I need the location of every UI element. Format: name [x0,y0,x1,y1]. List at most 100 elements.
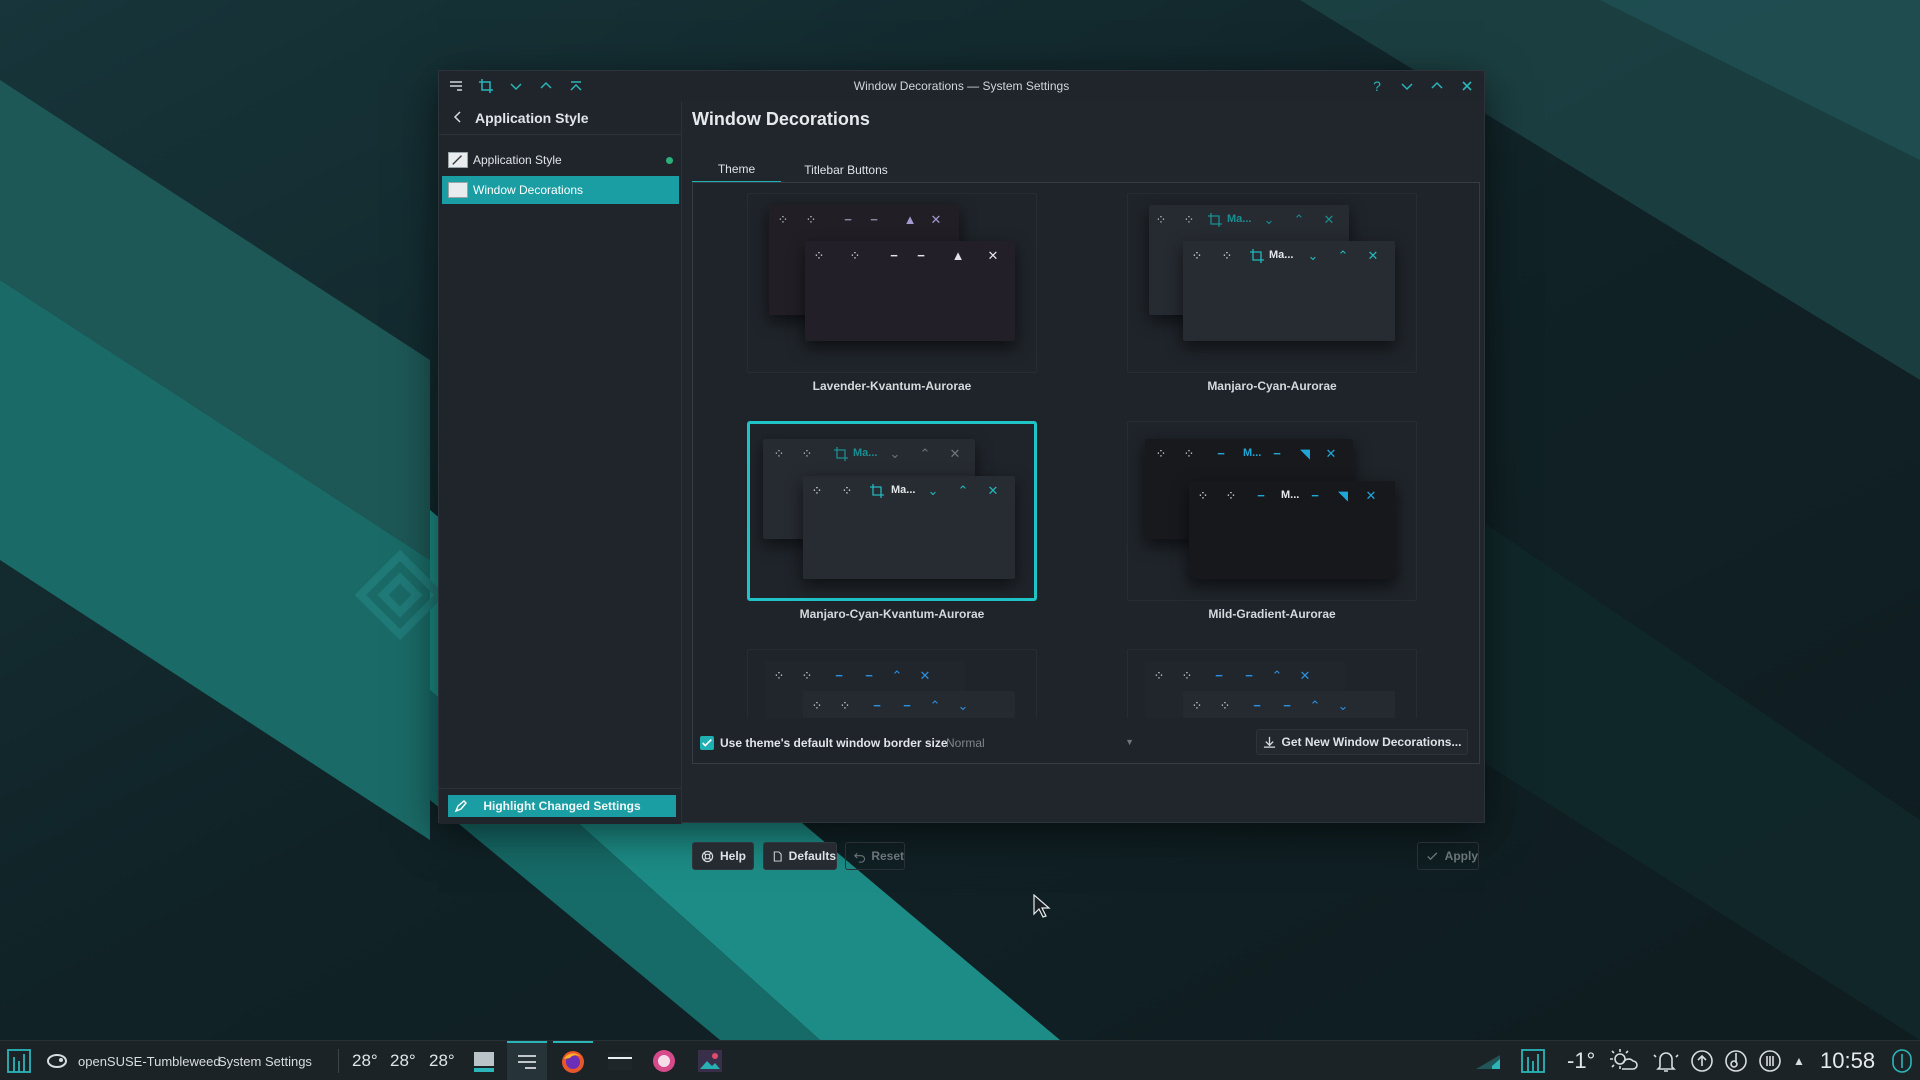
theme-card-manjaro-cyan-kvantum-aurorae[interactable]: ⁘ ⁘ Ma... ⌄ ⌃ ✕ ⁘ ⁘ Ma... ⌄ ⌃ ✕ Manjaro-… [747,421,1037,621]
highlight-changed-settings-button[interactable]: Highlight Changed Settings [448,795,676,817]
chevron-down-icon: ⌄ [889,446,901,461]
application-style-thumbnail-icon [448,152,468,168]
updates-icon[interactable] [1690,1041,1714,1080]
chevron-down-icon: ⌄ [927,483,939,498]
dots-icon: ⁘ [849,248,861,263]
dots-icon: ⁘ [1183,212,1195,227]
shade-icon: − [1245,668,1253,683]
chevron-down-icon: ⌄ [1263,212,1275,227]
weather-temperature[interactable]: -1° [1567,1041,1595,1080]
task-system-settings[interactable] [507,1041,547,1080]
crop-icon [1207,213,1223,227]
close-icon: ✕ [987,248,999,263]
firefox-icon[interactable] [553,1041,593,1080]
minimize-icon: − [1217,446,1225,461]
active-preview-window: ⁘ ⁘ Ma... ⌄ ⌃ ✕ [803,476,1015,579]
defaults-button[interactable]: Defaults [763,842,837,870]
application-launcher-icon[interactable] [6,1041,32,1080]
sidebar-item-application-style[interactable]: Application Style [442,146,679,174]
preview-title: M... [1281,489,1300,501]
crop-icon [833,447,849,461]
minimize-icon: − [1215,668,1223,683]
help-button[interactable]: Help [692,842,754,870]
window-title-distro[interactable]: openSUSE-Tumbleweed [78,1041,221,1080]
maximize-icon: ⌃ [1309,698,1321,713]
media-pause-icon[interactable] [1758,1041,1782,1080]
system-settings-icon [518,1055,536,1069]
desktop-pager-icon[interactable] [471,1041,497,1080]
notifications-bell-icon[interactable] [1652,1041,1680,1080]
sidebar-item-window-decorations[interactable]: Window Decorations [442,176,679,204]
maximize-icon: ⌃ [891,668,903,683]
show-desktop-icon[interactable] [1890,1041,1914,1080]
download-icon [1263,736,1275,748]
dots-icon: ⁘ [1181,668,1193,683]
titlebar[interactable]: Window Decorations — System Settings ? [439,71,1484,101]
theme-card[interactable]: ⁘ ⁘ − − ⌃ ✕ ⁘ ⁘ − − ⌃ ⌄ [1127,649,1417,718]
taskbar: openSUSE-Tumbleweed System Settings 28° … [0,1040,1920,1080]
system-tray-expand-icon[interactable]: ▲ [1793,1041,1805,1080]
close-icon: ✕ [1365,488,1377,503]
tab-theme[interactable]: Theme [692,157,781,183]
shade-icon: − [1273,446,1281,461]
audio-volume-icon[interactable] [1724,1041,1748,1080]
active-preview-window: ⁘ ⁘ − − ▲ ✕ [805,241,1015,341]
close-icon: ✕ [987,483,999,498]
back-icon[interactable] [451,110,465,124]
maximize-icon: ◥ [1300,446,1310,461]
theme-grid[interactable]: ⁘ ⁘ − − ▲ ✕ ⁘ ⁘ − − ▲ ✕ Lavender-Kvantum… [693,183,1479,718]
minimize-icon: − [835,668,843,683]
dots-icon: ⁘ [1155,446,1167,461]
cpu-temp-3: 28° [429,1051,455,1070]
dots-icon: ⁘ [801,668,813,683]
maximize-icon: ⌃ [929,698,941,713]
dots-icon: ⁘ [813,248,825,263]
chevron-down-icon: ⌄ [1337,698,1349,713]
reset-button[interactable]: Reset [845,842,905,870]
minimize-icon: − [1253,698,1261,713]
weather-partly-cloudy-icon[interactable] [1608,1041,1638,1080]
dots-icon: ⁘ [1191,248,1203,263]
preview-title: Ma... [1269,249,1294,261]
close-icon: ✕ [1367,248,1379,263]
clock[interactable]: 10:58 [1820,1041,1875,1080]
sidebar-footer: Highlight Changed Settings [439,788,681,824]
border-size-select[interactable]: Normal ▼ [946,731,1144,755]
apply-button[interactable]: Apply [1417,842,1479,870]
sidebar: Application Style Application Style Wind… [439,101,682,824]
maximize-icon: ▲ [951,248,965,263]
border-size-value: Normal [946,736,985,750]
theme-card-mild-gradient-aurorae[interactable]: ⁘ ⁘ − M... − ◥ ✕ ⁘ ⁘ − M... − ◥ ✕ Mild-G… [1127,421,1417,621]
preview-title: Ma... [853,447,878,459]
terminal-icon[interactable] [602,1041,638,1080]
lifebuoy-icon [701,850,714,862]
launcher-grid-icon[interactable] [1520,1041,1546,1080]
changed-indicator [666,157,673,164]
minimize-icon[interactable] [1397,76,1417,96]
theme-card-lavender-kvantum-aurorae[interactable]: ⁘ ⁘ − − ▲ ✕ ⁘ ⁘ − − ▲ ✕ Lavender-Kvantum… [747,193,1037,393]
theme-card-manjaro-cyan-aurorae[interactable]: ⁘ ⁘ Ma... ⌄ ⌃ ✕ ⁘ ⁘ Ma... ⌄ ⌃ ✕ Manjaro-… [1127,193,1417,393]
dots-icon: ⁘ [1225,488,1237,503]
dots-icon: ⁘ [1155,212,1167,227]
help-icon[interactable]: ? [1367,76,1387,96]
default-border-size-label[interactable]: Use theme's default window border size [720,736,948,750]
theme-card[interactable]: ⁘ ⁘ − − ⌃ ✕ ⁘ ⁘ − − ⌃ ⌄ [747,649,1037,718]
network-signal-icon[interactable] [1474,1041,1502,1080]
separator [338,1049,339,1073]
active-app-title[interactable]: System Settings [218,1041,312,1080]
sidebar-title: Application Style [475,110,589,126]
page-title: Window Decorations [692,109,870,129]
dots-icon: ⁘ [1197,488,1209,503]
maximize-icon[interactable] [1427,76,1447,96]
media-player-icon[interactable] [646,1041,682,1080]
mouse-cursor-icon [1033,894,1051,918]
dots-icon: ⁘ [773,446,785,461]
get-new-window-decorations-button[interactable]: Get New Window Decorations... [1256,729,1468,755]
window-decorations-thumbnail-icon [448,182,468,198]
image-viewer-icon[interactable] [692,1041,728,1080]
shade-icon: − [1311,488,1319,503]
tab-titlebar-buttons[interactable]: Titlebar Buttons [790,157,902,183]
default-border-size-checkbox[interactable] [700,736,714,750]
close-icon[interactable] [1457,76,1477,96]
dots-icon: ⁘ [841,483,853,498]
